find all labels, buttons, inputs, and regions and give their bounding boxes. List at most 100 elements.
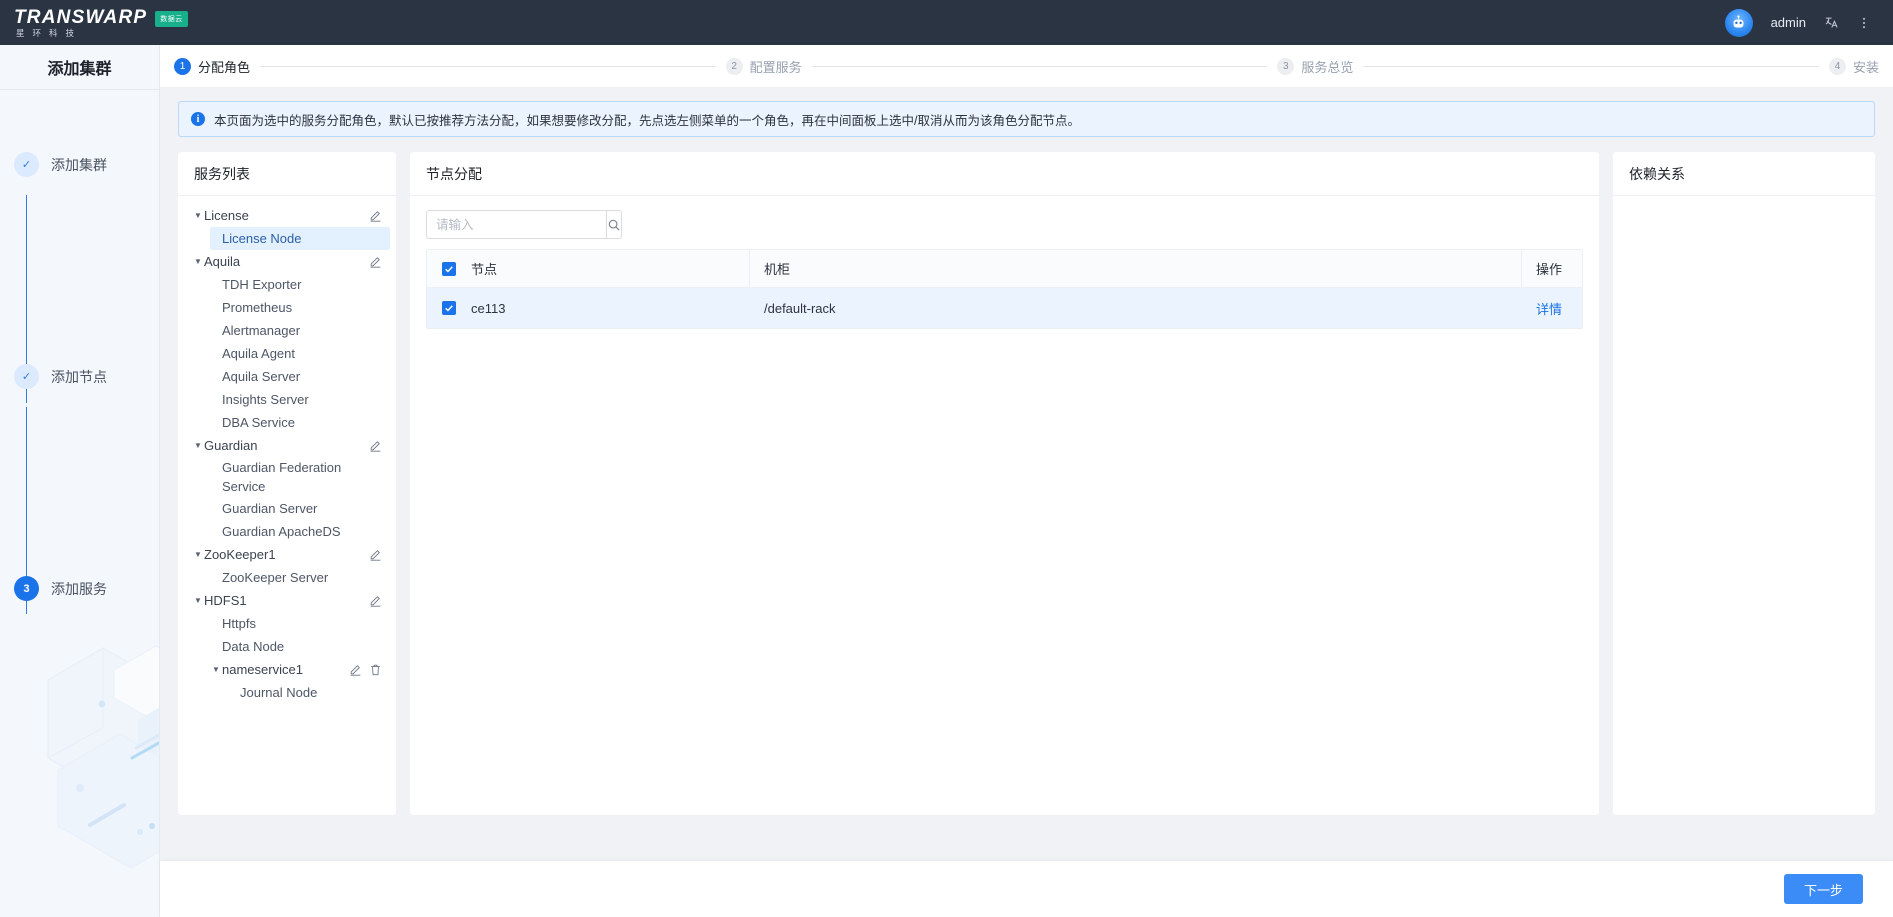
service-tree-group[interactable]: ▼Guardian bbox=[192, 434, 390, 457]
rail-step-1-label: 添加集群 bbox=[51, 155, 107, 175]
service-tree-group[interactable]: ▼nameservice1 bbox=[210, 658, 390, 681]
tree-row-actions bbox=[369, 255, 382, 268]
service-tree-item[interactable]: Guardian Server bbox=[210, 497, 390, 520]
service-tree-label: Aquila bbox=[204, 254, 240, 269]
rail-steps: ✓ 添加集群 ✓ 添加节点 3 添加服务 bbox=[0, 90, 159, 110]
dependency-panel: 依赖关系 bbox=[1613, 152, 1875, 815]
edit-icon[interactable] bbox=[369, 594, 382, 607]
chevron-down-icon[interactable]: ▼ bbox=[192, 596, 204, 605]
edit-icon[interactable] bbox=[369, 255, 382, 268]
more-vertical-icon[interactable] bbox=[1857, 16, 1871, 30]
wizard-stage: 1 分配角色 2 配置服务 3 服务总览 4 安装 i 本页面为选中的服务分配角… bbox=[160, 45, 1893, 917]
service-tree-group[interactable]: ▼ZooKeeper1 bbox=[192, 543, 390, 566]
dependency-panel-body bbox=[1613, 196, 1875, 815]
search-box bbox=[426, 210, 590, 239]
node-allocation-panel: 节点分配 bbox=[410, 152, 1599, 815]
row-detail-link[interactable]: 详情 bbox=[1522, 299, 1582, 318]
tree-row-actions bbox=[369, 548, 382, 561]
wizard-rail: 添加集群 ✓ 添加集群 ✓ 添加节点 3 添加服务 bbox=[0, 45, 160, 917]
service-tree-label: Guardian ApacheDS bbox=[222, 524, 341, 539]
service-tree-label: TDH Exporter bbox=[222, 277, 301, 292]
delete-icon[interactable] bbox=[369, 663, 382, 676]
step-2-label: 配置服务 bbox=[750, 57, 802, 76]
language-icon[interactable] bbox=[1824, 15, 1839, 30]
info-banner: i 本页面为选中的服务分配角色，默认已按推荐方法分配，如果想要修改分配，先点选左… bbox=[178, 101, 1875, 137]
table-row[interactable]: ce113 /default-rack 详情 bbox=[427, 288, 1582, 328]
top-bar-actions: admin bbox=[1725, 9, 1871, 37]
service-tree-item[interactable]: TDH Exporter bbox=[210, 273, 390, 296]
tree-row-actions bbox=[369, 439, 382, 452]
rail-step-add-node[interactable]: ✓ 添加节点 bbox=[0, 364, 160, 389]
step-progress-bar: 1 分配角色 2 配置服务 3 服务总览 4 安装 bbox=[160, 45, 1893, 87]
chevron-down-icon[interactable]: ▼ bbox=[192, 441, 204, 450]
column-header-rack: 机柜 bbox=[750, 259, 1521, 278]
edit-icon[interactable] bbox=[369, 209, 382, 222]
step-4-number: 4 bbox=[1829, 58, 1846, 75]
search-input[interactable] bbox=[426, 210, 606, 239]
service-tree-label: nameservice1 bbox=[222, 662, 303, 677]
user-name[interactable]: admin bbox=[1771, 15, 1806, 30]
edit-icon[interactable] bbox=[349, 663, 362, 676]
service-tree-label: License bbox=[204, 208, 249, 223]
next-step-button[interactable]: 下一步 bbox=[1784, 874, 1863, 904]
chevron-down-icon[interactable]: ▼ bbox=[192, 550, 204, 559]
service-tree-item[interactable]: License Node bbox=[210, 227, 390, 250]
avatar[interactable] bbox=[1725, 9, 1753, 37]
rail-step-3-number: 3 bbox=[14, 576, 39, 601]
service-tree-label: DBA Service bbox=[222, 415, 295, 430]
edit-icon[interactable] bbox=[369, 439, 382, 452]
node-table: 节点 机柜 操作 ce113 /default-rack bbox=[426, 249, 1583, 329]
service-tree-item[interactable]: Prometheus bbox=[210, 296, 390, 319]
wizard-footer: 下一步 bbox=[160, 861, 1893, 917]
panels-container: 服务列表 ▼LicenseLicense Node▼AquilaTDH Expo… bbox=[178, 152, 1875, 815]
service-tree-label: HDFS1 bbox=[204, 593, 247, 608]
service-tree-item[interactable]: ZooKeeper Server bbox=[210, 566, 390, 589]
service-tree-item[interactable]: Data Node bbox=[210, 635, 390, 658]
info-banner-text: 本页面为选中的服务分配角色，默认已按推荐方法分配，如果想要修改分配，先点选左侧菜… bbox=[214, 110, 1080, 129]
step-divider-2 bbox=[812, 66, 1268, 67]
service-tree-item[interactable]: Aquila Agent bbox=[210, 342, 390, 365]
rail-step-2-label: 添加节点 bbox=[51, 367, 107, 387]
column-header-node: 节点 bbox=[471, 259, 749, 278]
service-tree-item[interactable]: Insights Server bbox=[210, 388, 390, 411]
service-tree-label: Aquila Server bbox=[222, 369, 300, 384]
rail-step-add-service[interactable]: 3 添加服务 bbox=[0, 576, 160, 601]
brand-name: TRANSWARP bbox=[14, 8, 147, 27]
step-configure-service[interactable]: 2 配置服务 bbox=[726, 57, 802, 76]
service-tree-label: Insights Server bbox=[222, 392, 309, 407]
service-tree-item[interactable]: Aquila Server bbox=[210, 365, 390, 388]
service-tree-item[interactable]: Alertmanager bbox=[210, 319, 390, 342]
step-service-overview[interactable]: 3 服务总览 bbox=[1277, 57, 1353, 76]
step-install[interactable]: 4 安装 bbox=[1829, 57, 1879, 76]
step-2-number: 2 bbox=[726, 58, 743, 75]
service-tree-item[interactable]: Guardian ApacheDS bbox=[210, 520, 390, 543]
select-all-checkbox[interactable] bbox=[442, 262, 456, 276]
tree-row-actions bbox=[349, 663, 382, 676]
rail-step-add-cluster[interactable]: ✓ 添加集群 bbox=[0, 152, 160, 177]
edit-icon[interactable] bbox=[369, 548, 382, 561]
chevron-down-icon[interactable]: ▼ bbox=[192, 211, 204, 220]
step-assign-roles[interactable]: 1 分配角色 bbox=[174, 57, 250, 76]
service-tree[interactable]: ▼LicenseLicense Node▼AquilaTDH ExporterP… bbox=[178, 196, 396, 815]
service-list-title: 服务列表 bbox=[178, 152, 396, 196]
brand-logo[interactable]: TRANSWARP 星环科技 数据云 bbox=[14, 8, 188, 38]
service-tree-item[interactable]: DBA Service bbox=[210, 411, 390, 434]
service-tree-group[interactable]: ▼License bbox=[192, 204, 390, 227]
info-icon: i bbox=[191, 112, 205, 126]
cell-node-name: ce113 bbox=[471, 301, 749, 316]
service-tree-label: Aquila Agent bbox=[222, 346, 295, 361]
rail-step-2-status-icon: ✓ bbox=[14, 364, 39, 389]
service-tree-label: Guardian Server bbox=[222, 501, 317, 516]
chevron-down-icon[interactable]: ▼ bbox=[210, 665, 222, 674]
service-tree-item[interactable]: Journal Node bbox=[228, 681, 390, 704]
service-tree-group[interactable]: ▼HDFS1 bbox=[192, 589, 390, 612]
service-tree-group[interactable]: ▼Aquila bbox=[192, 250, 390, 273]
step-1-label: 分配角色 bbox=[198, 57, 250, 76]
search-button[interactable] bbox=[606, 210, 622, 239]
row-checkbox[interactable] bbox=[442, 301, 456, 315]
service-tree-item[interactable]: Httpfs bbox=[210, 612, 390, 635]
row-checkbox-cell bbox=[427, 301, 471, 315]
service-list-panel: 服务列表 ▼LicenseLicense Node▼AquilaTDH Expo… bbox=[178, 152, 396, 815]
service-tree-item[interactable]: Guardian Federation Service bbox=[210, 457, 390, 497]
chevron-down-icon[interactable]: ▼ bbox=[192, 257, 204, 266]
